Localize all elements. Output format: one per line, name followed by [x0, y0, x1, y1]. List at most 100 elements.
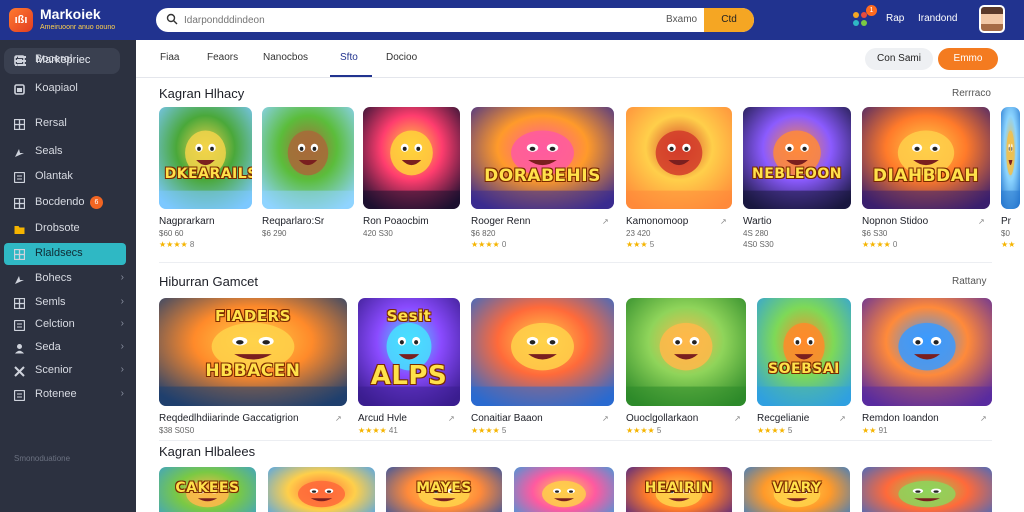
- share-icon[interactable]: ↗: [335, 414, 342, 423]
- header-link-1[interactable]: Rap: [886, 13, 904, 24]
- game-thumbnail[interactable]: [363, 107, 460, 209]
- secondary-action-button[interactable]: Con Sami: [865, 48, 933, 70]
- sidebar-item-1[interactable]: Bocerol: [0, 49, 136, 71]
- sidebar-item-label: Seda: [35, 341, 61, 353]
- tab-2[interactable]: Feaors: [207, 52, 238, 63]
- game-title[interactable]: Reqdedlhdiiarinde Gaccatigrion: [159, 413, 299, 424]
- game-thumbnail[interactable]: CAKEES: [159, 467, 256, 512]
- game-thumbnail[interactable]: [862, 467, 992, 512]
- game-title[interactable]: Ouoclgollarkaon: [626, 413, 698, 424]
- game-title[interactable]: Nopnon Stidoo: [862, 216, 928, 227]
- star-rating: ★★★★ 5: [757, 426, 792, 435]
- game-art-image: [159, 107, 252, 209]
- game-art-image: [626, 298, 746, 406]
- rating-stars: ★★: [1001, 240, 1016, 249]
- square-icon: [14, 84, 25, 95]
- tab-4-active[interactable]: Sfto: [340, 52, 358, 63]
- user-avatar[interactable]: [979, 5, 1005, 33]
- rating-stars: ★★★★: [757, 426, 786, 435]
- see-more-link[interactable]: Rerrraco: [952, 88, 991, 99]
- sidebar-item-4[interactable]: Seals: [0, 141, 136, 163]
- game-thumbnail[interactable]: [862, 298, 992, 406]
- sidebar-item-label: Scenior: [35, 364, 73, 376]
- share-icon[interactable]: ↗: [448, 414, 455, 423]
- app-logo-icon[interactable]: ıßı: [9, 8, 33, 32]
- sidebar-item-8-active[interactable]: Rlaldsecs: [4, 243, 126, 265]
- game-thumbnail[interactable]: [471, 298, 614, 406]
- sidebar-item-7[interactable]: Drobsote: [0, 218, 136, 240]
- share-icon[interactable]: ↗: [980, 414, 987, 423]
- game-thumbnail[interactable]: Sesit ALPS: [358, 298, 460, 406]
- rating-count: 5: [501, 426, 507, 435]
- game-title[interactable]: Recgelianie: [757, 413, 809, 424]
- search-scope-label[interactable]: Bxamo: [666, 14, 697, 25]
- share-icon[interactable]: ↗: [602, 217, 609, 226]
- game-thumbnail[interactable]: HEAIRIN: [626, 467, 732, 512]
- game-thumbnail[interactable]: [262, 107, 354, 209]
- star-rating: ★★: [1001, 240, 1015, 249]
- section-divider: [159, 440, 992, 441]
- game-thumbnail[interactable]: FIADERS HBBACEN: [159, 298, 347, 406]
- search-button[interactable]: Ctd: [704, 8, 754, 32]
- game-art-image: [363, 107, 460, 209]
- chevron-right-icon: ›: [120, 318, 124, 329]
- header-link-2[interactable]: Irandond: [918, 13, 957, 24]
- rating-count: 91: [878, 426, 888, 435]
- see-more-link[interactable]: Rattany: [952, 276, 986, 287]
- game-thumbnail[interactable]: [1001, 107, 1020, 209]
- game-art-image: [862, 467, 992, 512]
- arrow-icon: [15, 149, 24, 157]
- game-title[interactable]: Reqparlaro:Sr: [262, 216, 324, 227]
- game-title[interactable]: Wartio: [743, 216, 772, 227]
- sidebar-item-13[interactable]: Scenior ›: [0, 360, 136, 382]
- game-title[interactable]: Pr: [1001, 216, 1011, 227]
- tab-3[interactable]: Nanocbos: [263, 52, 308, 63]
- rating-stars: ★★★★: [358, 426, 387, 435]
- game-title[interactable]: Kamonomoop: [626, 216, 688, 227]
- game-thumbnail[interactable]: NEBLEOON: [743, 107, 851, 209]
- sidebar-item-2[interactable]: Koapiaol: [0, 78, 136, 100]
- share-icon[interactable]: ↗: [978, 217, 985, 226]
- game-title[interactable]: Ron Poaocbim: [363, 216, 429, 227]
- sidebar-item-label: Bocerol: [35, 53, 73, 65]
- tab-5[interactable]: Docioo: [386, 52, 417, 63]
- star-rating: ★★★ 5: [626, 240, 654, 249]
- game-thumbnail[interactable]: [514, 467, 614, 512]
- game-meta: $6 S30: [862, 229, 888, 238]
- sidebar-item-6[interactable]: Bocdendo 6: [0, 192, 136, 214]
- game-thumbnail[interactable]: [626, 107, 732, 209]
- sidebar-item-11[interactable]: Celction ›: [0, 314, 136, 336]
- sidebar-item-9[interactable]: Bohecs ›: [0, 268, 136, 290]
- game-title[interactable]: Nagprarkarn: [159, 216, 215, 227]
- game-meta: 23 420: [626, 229, 651, 238]
- sidebar-item-3[interactable]: Rersal: [0, 113, 136, 135]
- game-thumbnail[interactable]: DORABEHIS: [471, 107, 614, 209]
- game-title[interactable]: Remdon Ioandon: [862, 413, 939, 424]
- sidebar-item-14[interactable]: Rotenee ›: [0, 384, 136, 406]
- game-thumbnail[interactable]: VIARY: [744, 467, 850, 512]
- sidebar-item-label: Rotenee: [35, 388, 77, 400]
- sidebar-item-10[interactable]: Semls ›: [0, 292, 136, 314]
- share-icon[interactable]: ↗: [839, 414, 846, 423]
- game-thumbnail[interactable]: MAYES: [386, 467, 502, 512]
- sidebar-item-5[interactable]: Olantak: [0, 166, 136, 188]
- game-thumbnail[interactable]: [268, 467, 375, 512]
- sidebar-item-12[interactable]: Seda ›: [0, 337, 136, 359]
- game-title[interactable]: Rooger Renn: [471, 216, 530, 227]
- rating-count: 0: [892, 240, 898, 249]
- share-icon[interactable]: ↗: [602, 414, 609, 423]
- game-thumbnail[interactable]: [626, 298, 746, 406]
- search-input[interactable]: [184, 8, 484, 32]
- tab-1[interactable]: Fiaa: [160, 52, 179, 63]
- share-icon[interactable]: ↗: [720, 217, 727, 226]
- game-thumbnail[interactable]: DIAHBDAH: [862, 107, 990, 209]
- game-thumbnail[interactable]: SOEBSAI: [757, 298, 851, 406]
- share-icon[interactable]: ↗: [734, 414, 741, 423]
- game-art-image: [757, 298, 851, 406]
- primary-action-button[interactable]: Emmo: [938, 48, 998, 70]
- top-bar: ıßı Markoiek Ameiruoonr anuo oouno Bxamo…: [0, 0, 1024, 40]
- game-thumbnail[interactable]: DKEARAILS: [159, 107, 252, 209]
- search-bar[interactable]: Bxamo Ctd: [156, 8, 754, 32]
- game-title[interactable]: Arcud Hvle: [358, 413, 407, 424]
- game-title[interactable]: Conaitiar Baaon: [471, 413, 543, 424]
